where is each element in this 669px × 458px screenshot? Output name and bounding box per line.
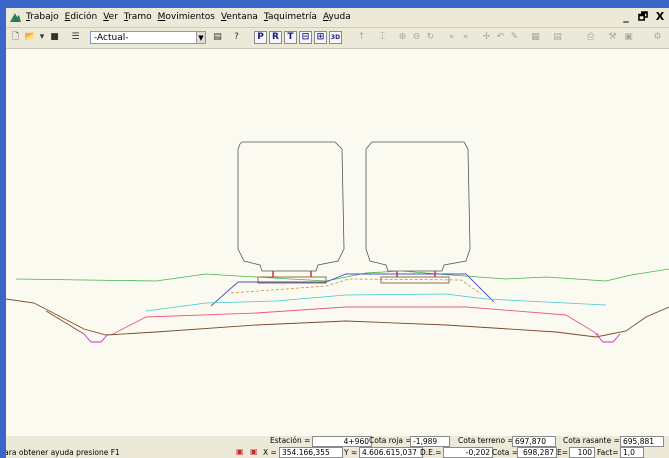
- subgrade-line: [145, 293, 607, 312]
- preview-icon[interactable]: ▣: [622, 31, 635, 44]
- estacion-label: Estación =: [270, 436, 311, 445]
- print-icon[interactable]: ⎙: [584, 31, 597, 44]
- edit-icon[interactable]: ✎: [508, 31, 521, 44]
- list-icon[interactable]: ☰: [69, 31, 82, 44]
- x-label: X =: [263, 448, 277, 457]
- help-icon[interactable]: ?: [230, 31, 243, 44]
- application-window: Trabajo Edición Ver Tramo Movimientos Ve…: [6, 8, 669, 458]
- vehicle-outline-left: [237, 141, 345, 272]
- cross-icon[interactable]: ✢: [480, 31, 493, 44]
- status-bar: Estación = 4+960 Cota roja = -1,989 Cota…: [6, 436, 669, 458]
- new-file-icon[interactable]: 🗋: [9, 31, 22, 44]
- grid-icon[interactable]: ▦: [529, 31, 542, 44]
- minimize-button[interactable]: _: [619, 10, 633, 23]
- chevron-down-icon[interactable]: ▼: [196, 31, 206, 44]
- view-r-button[interactable]: R: [269, 31, 282, 44]
- cota-rasante-field[interactable]: 695,881: [620, 436, 664, 447]
- cota-terreno-label: Cota terreno =: [458, 436, 514, 445]
- window-controls: _ 🗗 X: [619, 10, 667, 23]
- layer-combo[interactable]: -Actual-: [90, 31, 205, 44]
- ditch-right: [595, 333, 621, 343]
- cota-label: Cota =: [492, 448, 519, 457]
- settings-icon[interactable]: ⚙: [651, 31, 664, 44]
- menu-item-movimientos[interactable]: Movimientos: [158, 12, 215, 22]
- zoom-in-icon[interactable]: ⊕: [396, 31, 409, 44]
- view-t-button[interactable]: T: [284, 31, 297, 44]
- de-field[interactable]: -0,202: [443, 447, 493, 458]
- fact-label: Fact=: [597, 448, 619, 457]
- grid-view-icon[interactable]: ⊞: [314, 31, 327, 44]
- y-field[interactable]: 4.606.615,037: [359, 447, 423, 458]
- e-field[interactable]: 100: [569, 447, 595, 458]
- menu-item-edicion[interactable]: Edición: [65, 12, 98, 22]
- cross-section-drawing: [6, 141, 669, 343]
- open-folder-icon[interactable]: 📂: [24, 31, 37, 44]
- toolbar: 🗋 📂 ▾ ■ ☰ -Actual- ▼ ▤ ? P R T ⊟ ⊞ 3D ↑ …: [6, 28, 669, 49]
- ballast-line: [230, 278, 482, 295]
- drawing-canvas[interactable]: [6, 49, 669, 437]
- dropdown-arrow-icon[interactable]: ▾: [38, 31, 46, 44]
- cota-roja-label: Cota roja =: [369, 436, 412, 445]
- cota-roja-field[interactable]: -1,989: [410, 436, 450, 447]
- menu-item-taquimetria[interactable]: Taquimetría: [264, 12, 317, 22]
- ruler-icon[interactable]: ⌶: [376, 31, 389, 44]
- view-3d-button[interactable]: 3D: [329, 31, 342, 44]
- e-label: E=: [557, 448, 569, 457]
- table-icon[interactable]: ▤: [551, 31, 564, 44]
- cota-rasante-label: Cota rasante =: [563, 436, 620, 445]
- menu-item-ventana[interactable]: Ventana: [221, 12, 258, 22]
- next-icon[interactable]: »: [459, 31, 472, 44]
- de-label: D.E.=: [420, 448, 442, 457]
- menu-bar: Trabajo Edición Ver Tramo Movimientos Ve…: [6, 8, 669, 28]
- save-icon[interactable]: ■: [48, 31, 61, 44]
- app-icon[interactable]: [9, 11, 22, 23]
- estacion-field[interactable]: 4+960: [312, 436, 372, 447]
- fact-field[interactable]: 1,0: [620, 447, 644, 458]
- station-icon[interactable]: ↑: [355, 31, 368, 44]
- measure-icon[interactable]: ▣: [250, 447, 258, 456]
- x-field[interactable]: 354.166,355: [279, 447, 343, 458]
- sleeper-right: [380, 276, 450, 284]
- view-p-button[interactable]: P: [254, 31, 267, 44]
- cota-field[interactable]: 698,287: [517, 447, 557, 458]
- section-view-icon[interactable]: ⊟: [299, 31, 312, 44]
- previous-icon[interactable]: «: [445, 31, 458, 44]
- coordinates-icon[interactable]: ▣: [236, 447, 244, 456]
- close-button[interactable]: X: [653, 10, 667, 23]
- y-label: Y =: [344, 448, 358, 457]
- menu-item-tramo[interactable]: Tramo: [124, 12, 152, 22]
- ditch-left: [83, 333, 109, 343]
- rotate-icon[interactable]: ↻: [424, 31, 437, 44]
- base-line: [6, 298, 669, 338]
- tools-icon[interactable]: ⚒: [606, 31, 619, 44]
- undo-icon[interactable]: ↶: [494, 31, 507, 44]
- layers-icon[interactable]: ▤: [211, 31, 224, 44]
- zoom-out-icon[interactable]: ⊖: [410, 31, 423, 44]
- restore-button[interactable]: 🗗: [636, 10, 650, 23]
- help-hint: Para obtener ayuda presione F1: [6, 448, 120, 457]
- menu-item-trabajo[interactable]: Trabajo: [26, 12, 59, 22]
- menu: Trabajo Edición Ver Tramo Movimientos Ve…: [26, 12, 351, 22]
- menu-item-ver[interactable]: Ver: [103, 12, 118, 22]
- cota-terreno-field[interactable]: 697,870: [512, 436, 556, 447]
- vehicle-outline-right: [365, 141, 471, 272]
- menu-item-ayuda[interactable]: Ayuda: [323, 12, 351, 22]
- terrain-left-slope: [45, 310, 85, 335]
